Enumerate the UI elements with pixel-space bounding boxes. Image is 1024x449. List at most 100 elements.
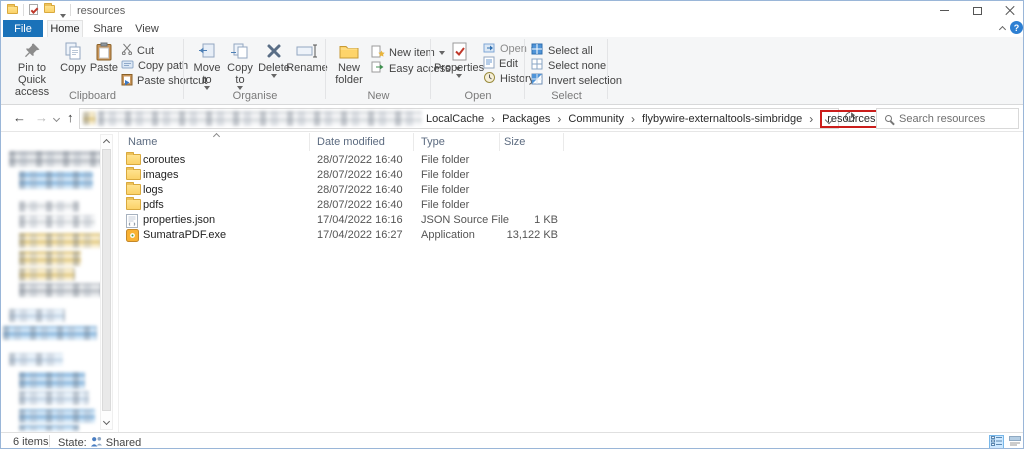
column-divider[interactable] [499,133,500,151]
delete-button[interactable]: Delete [259,41,289,78]
status-bar: 6 items State: Shared [1,432,1024,449]
properties-label: Properties [434,62,484,74]
cut-icon [121,43,133,58]
back-button[interactable]: ← [13,110,26,125]
file-list: Name Date modified Type Size coroutes 28… [121,132,591,432]
ribbon-group-organise: Move to Copy to Delete Rename Organise [184,37,326,104]
properties-button[interactable]: Properties [437,41,481,78]
easy-access-icon [371,61,385,76]
redacted-tree-item[interactable] [19,409,95,423]
table-row[interactable]: properties.json 17/04/2022 16:16 JSON So… [121,213,591,228]
select-all-button[interactable]: Select all [531,43,593,58]
move-to-button[interactable]: Move to [191,41,223,90]
paste-button[interactable]: Paste [89,41,119,74]
edit-icon [483,56,495,72]
copy-label: Copy [60,62,86,74]
breadcrumb-item[interactable]: Packages [502,112,568,126]
properties-icon [452,41,467,61]
column-header-name[interactable]: Name [128,136,157,148]
redacted-tree-item[interactable] [19,171,93,189]
redacted-tree-item[interactable] [19,283,105,297]
column-divider[interactable] [413,133,414,151]
ribbon-tab-bar: File Home Share View [1,20,1024,37]
select-none-button[interactable]: Select none [531,58,606,73]
large-icons-view-button[interactable] [1007,435,1022,449]
file-date-modified: 28/07/2022 16:40 [317,168,403,183]
copy-path-button[interactable]: Copy path [121,58,188,73]
tab-view[interactable]: View [129,20,165,37]
cut-button[interactable]: Cut [121,43,154,58]
column-header-size[interactable]: Size [504,136,525,148]
redacted-tree-item[interactable] [9,151,105,167]
rename-button[interactable]: Rename [290,41,324,74]
people-icon [90,436,103,449]
column-header-date-modified[interactable]: Date modified [317,136,385,148]
redacted-tree-item[interactable] [19,251,81,266]
redacted-tree-item[interactable] [19,391,89,405]
redacted-tree-item[interactable] [9,309,65,322]
paste-shortcut-icon [121,73,133,89]
redacted-tree-item[interactable] [19,215,95,228]
table-row[interactable]: images 28/07/2022 16:40 File folder [121,168,591,183]
column-headers: Name Date modified Type Size [121,132,591,152]
forward-button[interactable]: → [35,110,48,125]
chevron-down-icon [271,74,277,78]
close-button[interactable] [995,1,1024,20]
sort-ascending-icon [213,133,220,140]
file-type: File folder [421,153,469,168]
app-folder-icon [7,6,18,14]
qat-properties-button[interactable] [29,4,38,18]
tab-file[interactable]: File [3,20,43,37]
file-rows: coroutes 28/07/2022 16:40 File folder im… [121,153,591,243]
ribbon-group-select: Select all Select none Invert selection … [525,37,608,104]
navigation-bar: ← → ↑ LocalCachePackagesCommunityflybywi… [1,105,1024,132]
breadcrumb-item[interactable]: LocalCache [426,112,502,126]
address-bar[interactable]: LocalCachePackagesCommunityflybywire-ext… [79,108,839,129]
redacted-tree-item[interactable] [19,372,85,389]
tab-share[interactable]: Share [89,20,127,37]
search-input[interactable] [899,113,999,125]
edit-button[interactable]: Edit [483,56,518,71]
refresh-icon [843,110,857,124]
sidebar-scrollbar[interactable] [100,134,113,430]
copy-button[interactable]: Copy [59,41,87,74]
new-folder-icon [339,41,359,61]
redacted-tree-item[interactable] [19,201,79,212]
breadcrumb-item[interactable]: Community [568,112,642,126]
recent-locations-button[interactable] [53,115,60,122]
invert-selection-button[interactable]: Invert selection [531,73,622,88]
tab-home[interactable]: Home [47,20,83,37]
maximize-button[interactable] [962,1,992,20]
table-row[interactable]: logs 28/07/2022 16:40 File folder [121,183,591,198]
minimize-button[interactable] [929,1,959,20]
new-folder-button[interactable]: New folder [331,41,367,86]
ribbon-collapse-button[interactable] [995,22,1009,34]
column-divider[interactable] [309,133,310,151]
table-row[interactable]: SumatraPDF.exe 17/04/2022 16:27 Applicat… [121,228,591,243]
help-button[interactable]: ? [1010,21,1023,34]
refresh-button[interactable] [845,112,855,122]
up-button[interactable]: ↑ [67,110,74,125]
file-explorer-window: resources File Home Share View ? Pin to … [0,0,1024,449]
table-row[interactable]: pdfs 28/07/2022 16:40 File folder [121,198,591,213]
redacted-tree-item[interactable] [9,353,63,366]
details-view-button[interactable] [989,435,1004,449]
redacted-tree-item[interactable] [19,425,79,431]
search-box [876,108,1019,129]
delete-icon [266,41,282,61]
share-state: State: Shared [58,436,141,449]
file-name: pdfs [143,198,164,213]
copy-to-button[interactable]: Copy to [224,41,256,90]
open-icon [483,42,496,56]
redacted-tree-item[interactable] [19,233,101,248]
breadcrumb-item[interactable]: flybywire-externaltools-simbridge [642,112,820,126]
scrollbar-thumb[interactable] [102,149,111,411]
redacted-tree-item[interactable] [3,326,97,340]
group-label-clipboard: Clipboard [1,90,184,102]
redacted-tree-item[interactable] [19,268,75,281]
column-header-type[interactable]: Type [421,136,445,148]
qat-new-folder-button[interactable] [44,4,55,16]
column-divider[interactable] [563,133,564,151]
move-to-label: Move to [191,62,223,86]
table-row[interactable]: coroutes 28/07/2022 16:40 File folder [121,153,591,168]
